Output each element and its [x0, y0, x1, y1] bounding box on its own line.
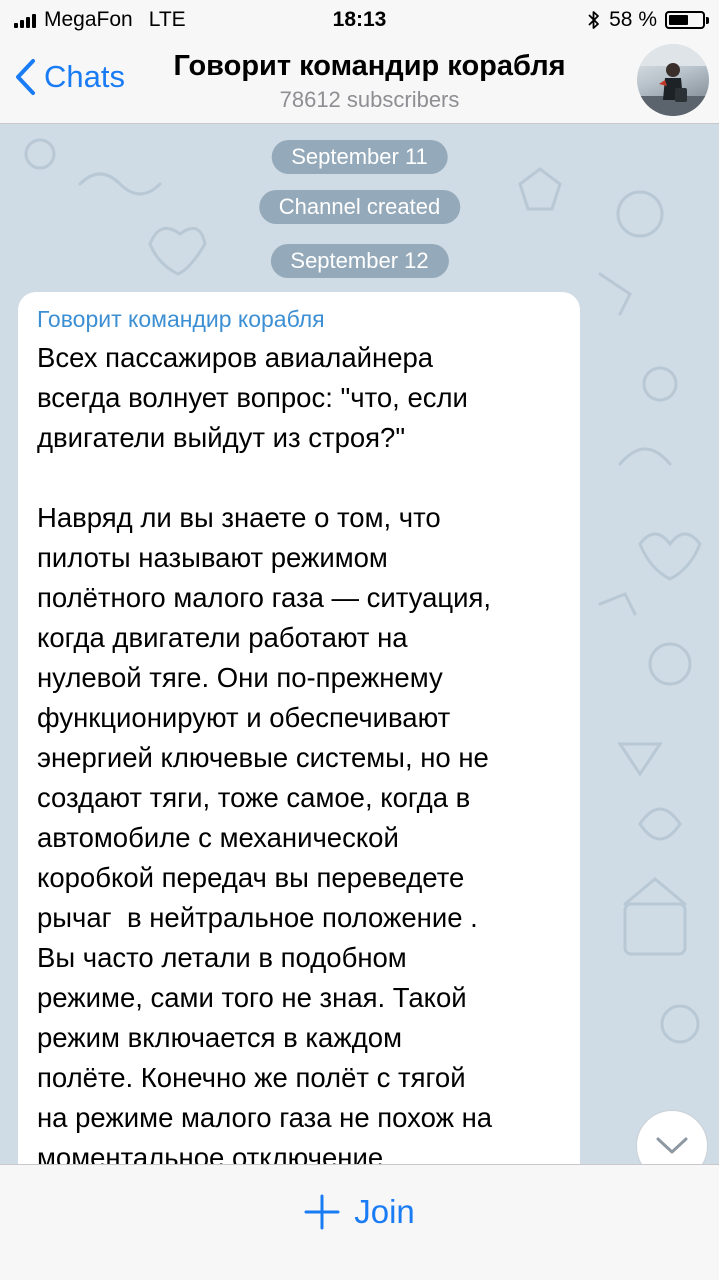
- battery-icon: [665, 11, 709, 29]
- message-bubble[interactable]: Говорит командир корабля Всех пассажиров…: [18, 292, 580, 1164]
- back-chevron-icon: [16, 59, 35, 95]
- join-bar: Join: [0, 1164, 719, 1280]
- channel-avatar[interactable]: [637, 44, 709, 116]
- bluetooth-icon: [588, 11, 600, 29]
- avatar-image: [637, 44, 709, 116]
- message-sender[interactable]: Говорит командир корабля: [37, 304, 562, 334]
- date-separator-sep12: September 12: [270, 244, 449, 278]
- back-label: Chats: [44, 59, 125, 94]
- date-separator-sep11: September 11: [271, 140, 448, 174]
- chevron-down-icon: [656, 1137, 688, 1154]
- join-label: Join: [354, 1193, 415, 1230]
- join-button[interactable]: Join: [0, 1187, 719, 1237]
- battery-fill: [669, 15, 688, 25]
- chat-header: Chats Говорит командир корабля 78612 sub…: [0, 40, 719, 124]
- service-message-channel-created: Channel created: [258, 190, 461, 224]
- plus-icon: [304, 1194, 340, 1230]
- battery-percent: 58 %: [609, 8, 657, 31]
- status-bar: MegaFon LTE 18:13 58 %: [0, 0, 719, 40]
- channel-title[interactable]: Говорит командир корабля: [140, 50, 599, 83]
- back-button[interactable]: Chats: [14, 58, 125, 96]
- chat-area[interactable]: September 11 Channel created September 1…: [0, 124, 719, 1164]
- subscriber-count: 78612 subscribers: [279, 87, 460, 112]
- message-text: Всех пассажиров авиалайнера всегда волну…: [37, 342, 493, 1164]
- status-right: 58 %: [587, 8, 709, 32]
